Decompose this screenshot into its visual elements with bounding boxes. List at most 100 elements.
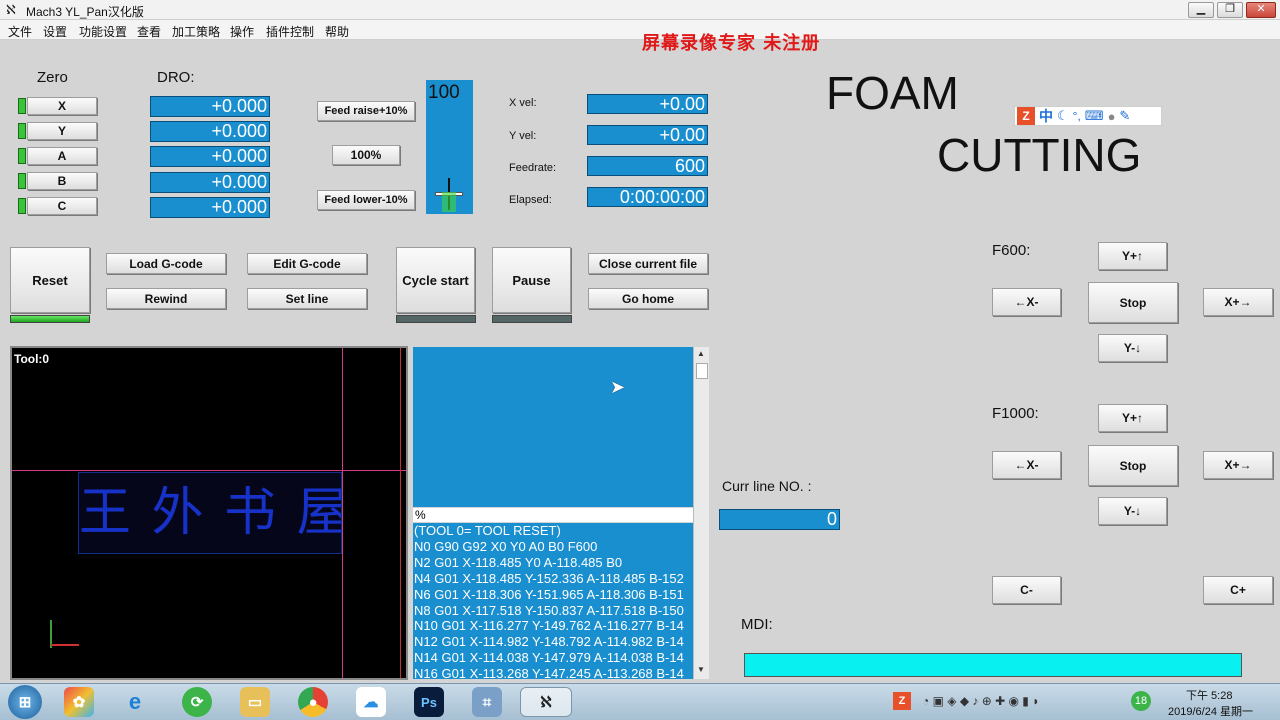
ime-toolbar[interactable]: Z 中 ☾ °, ⌨ ● ✎: [1014, 106, 1162, 126]
cycle-start-led-bar: [396, 315, 476, 323]
feed-raise-button[interactable]: Feed raise+10%: [317, 101, 415, 121]
photoshop-icon[interactable]: Ps: [414, 687, 444, 717]
load-gcode-button[interactable]: Load G-code: [106, 253, 226, 274]
dro-x[interactable]: +0.000: [150, 96, 270, 117]
chinese-mode-icon[interactable]: 中: [1039, 106, 1053, 126]
tray-icons[interactable]: ◔ ▣ ◈ ◆ ♪ ⊕ ✚ ◉ ▮ ◗: [922, 694, 1039, 708]
go-home-button[interactable]: Go home: [588, 288, 708, 309]
colorful-app-icon[interactable]: ✿: [64, 687, 94, 717]
elapsed-label: Elapsed:: [509, 194, 552, 206]
user-icon[interactable]: ●: [1108, 109, 1116, 124]
menu-operation[interactable]: 操作: [230, 23, 254, 40]
zero-c-button[interactable]: C: [27, 197, 97, 215]
wrench-icon[interactable]: ✎: [1119, 108, 1130, 124]
boundary-line: [400, 348, 401, 678]
feed-override-value: 100: [428, 82, 460, 103]
feedrate-label: Feedrate:: [509, 162, 557, 174]
mdi-label: MDI:: [741, 616, 773, 633]
gcode-line: N16 G01 X-113.268 Y-147.245 A-113.268 B-…: [414, 666, 684, 679]
network-app-icon[interactable]: ⌗: [472, 687, 502, 717]
scroll-up-icon[interactable]: ▲: [697, 349, 705, 358]
chrome-icon[interactable]: ●: [298, 687, 328, 717]
gcode-percent-line: %: [413, 508, 693, 522]
menu-view[interactable]: 查看: [137, 23, 161, 40]
menu-function-settings[interactable]: 功能设置: [79, 23, 127, 40]
f1000-stop-button[interactable]: Stop: [1088, 445, 1178, 486]
gcode-line: N14 G01 X-114.038 Y-147.979 A-114.038 B-…: [414, 650, 684, 666]
menu-settings[interactable]: 设置: [43, 23, 67, 40]
minimize-button[interactable]: ▁: [1188, 2, 1214, 18]
folder-icon[interactable]: ▭: [240, 687, 270, 717]
c-minus-button[interactable]: C-: [992, 576, 1061, 604]
menu-toolpath-strategy[interactable]: 加工策略: [172, 23, 220, 40]
menu-help[interactable]: 帮助: [325, 23, 349, 40]
keyboard-icon[interactable]: ⌨: [1085, 108, 1104, 124]
xvel-label: X vel:: [509, 97, 537, 109]
set-line-button[interactable]: Set line: [247, 288, 367, 309]
feed-override-slider[interactable]: 100: [426, 80, 473, 214]
punctuation-icon[interactable]: °,: [1073, 109, 1081, 123]
x-zero-led: [18, 98, 26, 114]
pause-button[interactable]: Pause: [492, 247, 571, 313]
gcode-current-view[interactable]: ➤: [413, 347, 693, 507]
notification-badge[interactable]: 18: [1131, 691, 1151, 711]
f1000-x-plus-button[interactable]: X+→: [1203, 451, 1273, 479]
clock-time[interactable]: 下午 5:28: [1186, 687, 1232, 703]
ie-icon[interactable]: e: [120, 687, 150, 717]
mach3-icon[interactable]: ℵ: [520, 687, 572, 717]
close-current-file-button[interactable]: Close current file: [588, 253, 708, 274]
reset-button[interactable]: Reset: [10, 247, 90, 313]
restore-button[interactable]: ❐: [1217, 2, 1243, 18]
edit-gcode-button[interactable]: Edit G-code: [247, 253, 367, 274]
cycle-start-button[interactable]: Cycle start: [396, 247, 475, 313]
dro-y[interactable]: +0.000: [150, 121, 270, 142]
f600-x-plus-button[interactable]: X+→: [1203, 288, 1273, 316]
f600-x-minus-button[interactable]: ←X-: [992, 288, 1061, 316]
f600-stop-button[interactable]: Stop: [1088, 282, 1178, 323]
dro-a[interactable]: +0.000: [150, 146, 270, 167]
start-icon[interactable]: ⊞: [8, 685, 42, 719]
f1000-x-minus-button[interactable]: ←X-: [992, 451, 1061, 479]
f1000-y-plus-button[interactable]: Y+↑: [1098, 404, 1167, 432]
f600-y-plus-button[interactable]: Y+↑: [1098, 242, 1167, 270]
f1000-y-minus-button[interactable]: Y-↓: [1098, 497, 1167, 525]
tray-ime-icon[interactable]: Z: [893, 692, 911, 710]
cloud-app-icon[interactable]: ☁: [356, 687, 386, 717]
ime-logo-icon[interactable]: Z: [1017, 107, 1035, 125]
moon-icon[interactable]: ☾: [1057, 108, 1069, 124]
xvel-readout: +0.00: [587, 94, 708, 114]
mdi-input[interactable]: [744, 653, 1242, 677]
zero-a-button[interactable]: A: [27, 147, 97, 165]
mouse-cursor-icon: ➤: [610, 377, 626, 397]
gcode-line: N4 G01 X-118.485 Y-152.336 A-118.485 B-1…: [414, 570, 684, 586]
feed-lower-button[interactable]: Feed lower-10%: [317, 190, 415, 210]
menu-plugins[interactable]: 插件控制: [266, 23, 314, 40]
dro-b[interactable]: +0.000: [150, 172, 270, 193]
gcode-scrollbar[interactable]: ▲ ▼: [693, 347, 709, 679]
feedrate-readout[interactable]: 600: [587, 156, 708, 176]
scroll-down-icon[interactable]: ▼: [697, 665, 705, 674]
f600-label: F600:: [992, 242, 1031, 259]
scroll-thumb[interactable]: [696, 363, 708, 379]
feed-reset-button[interactable]: 100%: [332, 145, 400, 165]
zero-b-button[interactable]: B: [27, 172, 97, 190]
close-window-button[interactable]: ✕: [1246, 2, 1276, 18]
curr-line-readout[interactable]: 0: [719, 509, 840, 530]
f600-y-minus-button[interactable]: Y-↓: [1098, 334, 1167, 362]
menu-file[interactable]: 文件: [8, 23, 32, 40]
gcode-line: N10 G01 X-116.277 Y-149.762 A-116.277 B-…: [414, 618, 684, 634]
reset-led-bar: [10, 315, 90, 323]
rewind-button[interactable]: Rewind: [106, 288, 226, 309]
toolpath-display[interactable]: Tool:0 王 外 书 屋: [10, 346, 408, 680]
gcode-listing[interactable]: (TOOL 0= TOOL RESET) N0 G90 G92 X0 Y0 A0…: [413, 523, 693, 679]
zero-y-button[interactable]: Y: [27, 122, 97, 140]
clock-date[interactable]: 2019/6/24 星期一: [1168, 703, 1253, 719]
slider-fill: [442, 192, 456, 212]
gcode-line: N0 G90 G92 X0 Y0 A0 B0 F600: [414, 538, 598, 554]
c-plus-button[interactable]: C+: [1203, 576, 1273, 604]
gcode-line: N12 G01 X-114.982 Y-148.792 A-114.982 B-…: [414, 634, 684, 650]
refresh-app-icon[interactable]: ⟳: [182, 687, 212, 717]
yvel-readout: +0.00: [587, 125, 708, 145]
zero-x-button[interactable]: X: [27, 97, 97, 115]
dro-c[interactable]: +0.000: [150, 197, 270, 218]
